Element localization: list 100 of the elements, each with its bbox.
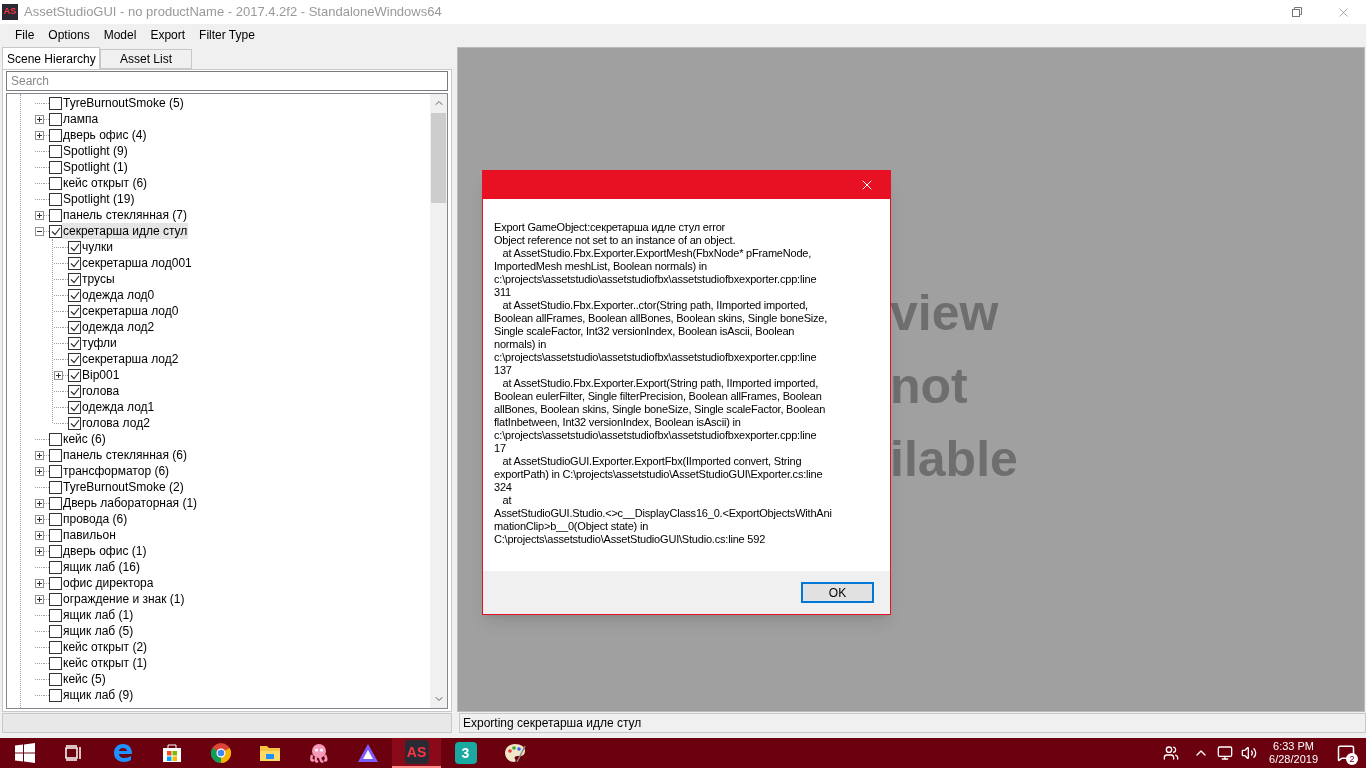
plus-icon[interactable] — [35, 130, 44, 140]
plus-icon[interactable] — [35, 450, 44, 460]
tree-item[interactable]: провода (6) — [62, 511, 129, 527]
tree-item[interactable]: трусы — [81, 271, 116, 287]
checkbox[interactable] — [68, 400, 81, 414]
tree-item[interactable]: дверь офис (1) — [62, 543, 148, 559]
checkbox[interactable] — [49, 512, 62, 526]
tree-item[interactable]: одежда лод0 — [81, 287, 156, 303]
checkbox[interactable] — [49, 656, 62, 670]
plus-icon[interactable] — [35, 594, 44, 604]
checkbox[interactable] — [68, 288, 81, 302]
checkbox[interactable] — [49, 144, 62, 158]
plus-icon[interactable] — [35, 466, 44, 476]
checkbox[interactable] — [49, 672, 62, 686]
checkbox[interactable] — [49, 192, 62, 206]
tree-item[interactable]: секретарша лод2 — [81, 351, 180, 367]
checkbox[interactable] — [49, 96, 62, 110]
tab[interactable]: Scene Hierarchy — [2, 47, 100, 69]
checkbox[interactable] — [68, 352, 81, 366]
menu-item[interactable]: Export — [143, 24, 193, 46]
tree-item[interactable]: TyreBurnoutSmoke (2) — [62, 479, 185, 495]
checkbox[interactable] — [49, 608, 62, 622]
tree-item[interactable]: трансформатор (6) — [62, 463, 171, 479]
tree-item[interactable]: Spotlight (1) — [62, 159, 129, 175]
checkbox[interactable] — [68, 256, 81, 270]
tree-item[interactable]: кейс открыт (6) — [62, 175, 149, 191]
checkbox[interactable] — [49, 624, 62, 638]
tree-item[interactable]: Spotlight (9) — [62, 143, 129, 159]
checkbox[interactable] — [49, 640, 62, 654]
tree-item[interactable]: ограждение и знак (1) — [62, 591, 186, 607]
people-icon[interactable] — [1163, 745, 1180, 761]
network-icon[interactable] — [1217, 745, 1234, 761]
scroll-thumb[interactable] — [431, 113, 446, 203]
tree-item[interactable]: ящик лаб (9) — [62, 687, 135, 703]
checkbox[interactable] — [49, 576, 62, 590]
clock[interactable]: 6:33 PM 6/28/2019 — [1261, 740, 1326, 766]
checkbox[interactable] — [49, 128, 62, 142]
checkbox[interactable] — [68, 320, 81, 334]
menu-item[interactable]: Options — [41, 24, 97, 46]
taskbar-button[interactable]: AS — [392, 738, 441, 768]
plus-icon[interactable] — [35, 578, 44, 588]
tree-item[interactable]: кейс (5) — [62, 671, 107, 687]
tree-item[interactable]: Bip001 — [81, 367, 121, 383]
checkbox[interactable] — [68, 416, 81, 430]
notifications-button[interactable]: 2 — [1326, 738, 1366, 768]
minus-icon[interactable] — [35, 226, 44, 236]
ok-button[interactable]: OK — [801, 582, 874, 603]
checkbox[interactable] — [49, 480, 62, 494]
tree-item[interactable]: Spotlight (19) — [62, 191, 136, 207]
plus-icon[interactable] — [35, 114, 44, 124]
plus-icon[interactable] — [35, 498, 44, 508]
checkbox[interactable] — [68, 304, 81, 318]
tree-item[interactable]: голова лод2 — [81, 415, 151, 431]
checkbox[interactable] — [49, 224, 62, 238]
tree-item[interactable]: секретарша лод001 — [81, 255, 193, 271]
tree-item[interactable]: секретарша идле стул — [62, 223, 189, 239]
tree-item[interactable]: TyreBurnoutSmoke (5) — [62, 95, 185, 111]
tab[interactable]: Asset List — [100, 49, 192, 69]
scrollbar[interactable] — [430, 94, 447, 708]
checkbox[interactable] — [49, 448, 62, 462]
checkbox[interactable] — [68, 368, 81, 382]
tree-item[interactable]: секретарша лод0 — [81, 303, 180, 319]
checkbox[interactable] — [49, 160, 62, 174]
checkbox[interactable] — [49, 432, 62, 446]
menu-item[interactable]: Filter Type — [192, 24, 262, 46]
checkbox[interactable] — [68, 272, 81, 286]
tree-item[interactable]: панель стеклянная (7) — [62, 207, 188, 223]
tree-item[interactable]: ящик лаб (5) — [62, 623, 135, 639]
tree-item[interactable]: дверь офис (4) — [62, 127, 148, 143]
tree-item[interactable]: офис директора — [62, 575, 155, 591]
checkbox[interactable] — [68, 384, 81, 398]
plus-icon[interactable] — [35, 210, 44, 220]
tree-item[interactable]: туфли — [81, 335, 118, 351]
menu-item[interactable]: Model — [96, 24, 144, 46]
checkbox[interactable] — [49, 528, 62, 542]
tree-item[interactable]: панель стеклянная (6) — [62, 447, 188, 463]
tree-item[interactable]: кейс (6) — [62, 431, 107, 447]
checkbox[interactable] — [49, 112, 62, 126]
tree-item[interactable]: одежда лод1 — [81, 399, 156, 415]
plus-icon[interactable] — [54, 370, 63, 380]
tree-item[interactable]: кейс открыт (1) — [62, 655, 149, 671]
tree-item[interactable]: павильон — [62, 527, 117, 543]
checkbox[interactable] — [49, 496, 62, 510]
checkbox[interactable] — [49, 592, 62, 606]
checkbox[interactable] — [68, 240, 81, 254]
tree-item[interactable]: чулки — [81, 239, 114, 255]
tree-item[interactable]: ящик лаб (16) — [62, 559, 141, 575]
plus-icon[interactable] — [35, 530, 44, 540]
tree-item[interactable]: Дверь лабораторная (1) — [62, 495, 199, 511]
checkbox[interactable] — [68, 336, 81, 350]
search-field[interactable]: Search — [6, 71, 448, 91]
tree-item[interactable]: голова — [81, 383, 121, 399]
tree-item[interactable]: кейс открыт (2) — [62, 639, 149, 655]
checkbox[interactable] — [49, 208, 62, 222]
checkbox[interactable] — [49, 560, 62, 574]
volume-icon[interactable] — [1241, 745, 1258, 761]
menu-item[interactable]: File — [8, 24, 42, 46]
checkbox[interactable] — [49, 544, 62, 558]
checkbox[interactable] — [49, 464, 62, 478]
tree-item[interactable]: ящик лаб (1) — [62, 607, 135, 623]
